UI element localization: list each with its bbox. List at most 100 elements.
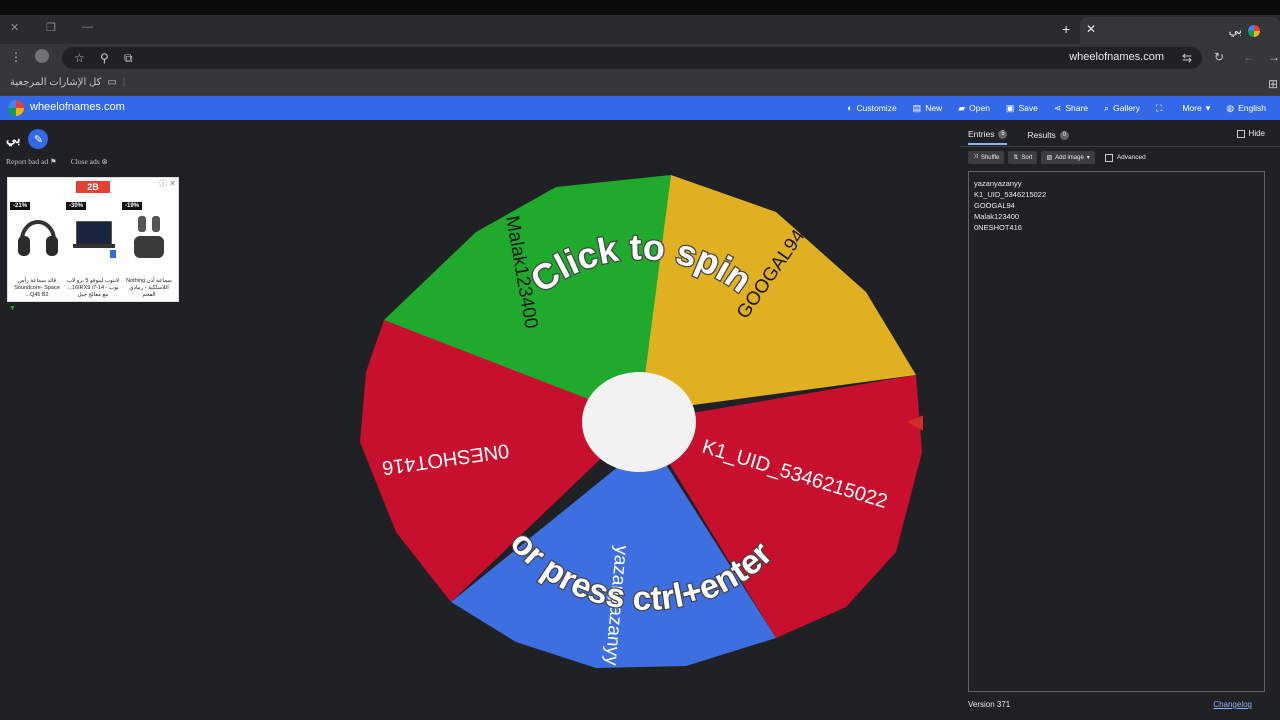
version-label: Version 371 — [968, 700, 1011, 709]
nav-item-label: Gallery — [1113, 103, 1141, 113]
all-bookmarks[interactable]: كل الإشارات المرجعية ▭ | — [10, 77, 125, 88]
wheel-canvas[interactable]: Malak123400 GOOGAL94 K1_UID_5346215022 y… — [356, 172, 946, 670]
search-icon[interactable]: ⚲ — [100, 51, 109, 65]
discount-badge: -30% — [66, 202, 87, 210]
tab-bar: ✕ ❐ — + ✕ بي — [0, 15, 1280, 44]
site-name[interactable]: wheelofnames.com — [30, 101, 125, 113]
omnibox[interactable]: ☆ ⚲ ⧉ wheelofnames.com ⇆ — [62, 47, 1202, 69]
nav-item-label: New — [925, 103, 943, 113]
hide-checkbox[interactable] — [1236, 129, 1245, 138]
nav-item-label: Open — [969, 103, 990, 113]
sort-button[interactable]: ⇅ Sort — [1008, 151, 1038, 164]
results-count-badge: 0 — [1059, 130, 1069, 140]
nav-item-save[interactable]: ▣ Save — [998, 96, 1046, 120]
menu-dots-icon[interactable]: ⋮ — [10, 50, 22, 64]
browser-tab[interactable]: ✕ بي — [1080, 17, 1280, 44]
product-caption: لابتوب لينوفو 5 برو لاب توب - 16IRX9 i7-… — [66, 278, 120, 298]
report-ad-link[interactable]: Report bad ad ⚑ — [6, 157, 57, 166]
entry-line[interactable]: K1_UID_5346215022 — [974, 189, 1259, 200]
translate-icon[interactable]: ⧉ — [124, 51, 133, 66]
nav-item-share[interactable]: ⋖ Share — [1046, 96, 1096, 120]
entry-line[interactable]: Malak123400 — [974, 211, 1259, 222]
tab-entries[interactable]: Entries 5 — [968, 129, 1008, 145]
entry-line[interactable]: yazanyazanyy — [974, 178, 1259, 189]
advanced-checkbox[interactable] — [1104, 153, 1113, 162]
product-caption: قائد سماعة رأس Soundcore- Space Q45 B2..… — [14, 278, 60, 298]
bookmarks-label: كل الإشارات المرجعية — [10, 77, 102, 88]
nav-item-english[interactable]: ◍ English — [1218, 96, 1274, 120]
forward-icon[interactable]: → — [1268, 50, 1280, 64]
palette-icon: ◐ — [847, 103, 853, 113]
close-circle-icon: ⊗ — [101, 157, 108, 166]
favicon-icon — [1248, 25, 1260, 37]
nav-item-label: English — [1238, 103, 1266, 113]
globe-icon: ◍ — [1226, 102, 1235, 113]
flag-icon: ⚑ — [49, 157, 57, 166]
ad-choices-icon[interactable]: ▼ — [9, 305, 16, 312]
discount-badge: -19% — [122, 202, 143, 210]
nav-item-fullscreen[interactable]: ⛶ — [1148, 96, 1174, 120]
wheel[interactable]: Malak123400 GOOGAL94 K1_UID_5346215022 y… — [356, 172, 946, 670]
close-window-icon[interactable]: ✕ — [10, 21, 19, 34]
title-strip — [0, 0, 1280, 15]
site-logo-icon[interactable] — [8, 100, 24, 116]
profile-icon[interactable] — [35, 49, 49, 63]
reload-icon[interactable]: ↻ — [1214, 50, 1224, 64]
nav-item-label: Share — [1065, 103, 1089, 113]
entry-line[interactable]: 0NESHOT416 — [974, 222, 1259, 233]
star-icon[interactable]: ☆ — [74, 51, 85, 65]
shuffle-icon: ⤨ — [973, 154, 978, 160]
minimize-window-icon[interactable]: — — [82, 21, 93, 33]
apps-icon[interactable]: ⊞ — [1268, 77, 1278, 91]
nav-item-more[interactable]: More ▾ — [1174, 96, 1218, 120]
hide-toggle[interactable]: Hide — [1236, 129, 1265, 138]
wheel-center-hub[interactable] — [582, 372, 696, 472]
close-tab-icon[interactable]: ✕ — [1086, 22, 1096, 36]
address-bar: ⋮ ☆ ⚲ ⧉ wheelofnames.com ⇆ ↻ ← → — [0, 44, 1280, 72]
close-ads-link[interactable]: Close ads ⊗ — [71, 157, 108, 166]
advertisement[interactable]: 2B ⓘ ✕ -21% قائد سماعة رأس Soundcore- Sp… — [7, 177, 179, 302]
fullscreen-icon: ⛶ — [1156, 102, 1163, 113]
folder-icon: ▭ — [107, 77, 117, 88]
shuffle-button[interactable]: ⤨ Shuffle — [968, 151, 1005, 164]
nav-menu: ◐ Customize ▤ New ▰ Open ▣ Save ⋖ Share ⌕ Gallery ⛶ M… — [839, 96, 1274, 120]
sort-icon: ⇅ — [1013, 155, 1019, 161]
earbuds-icon — [134, 216, 164, 258]
entries-toolbar: ⤨ Shuffle ⇅ Sort ▧ Add image ▾ Advanced — [968, 151, 1146, 164]
nav-item-open[interactable]: ▰ Open — [950, 96, 998, 120]
nav-item-label: Customize — [856, 103, 897, 113]
chevron-down-icon: ▾ — [1205, 102, 1211, 113]
search-icon: ⌕ — [1104, 102, 1110, 113]
new-tab-icon[interactable]: + — [1062, 21, 1070, 37]
entry-line[interactable]: GOOGAL94 — [974, 200, 1259, 211]
entries-textarea[interactable]: yazanyazanyy K1_UID_5346215022 GOOGAL94 … — [968, 171, 1265, 692]
entries-count-badge: 5 — [998, 129, 1008, 139]
add-image-button[interactable]: ▧ Add image ▾ — [1041, 151, 1095, 164]
restore-window-icon[interactable]: ❐ — [46, 21, 56, 34]
nav-item-new[interactable]: ▤ New — [905, 96, 951, 120]
headphones-icon — [18, 220, 58, 256]
discount-badge: -21% — [10, 202, 31, 210]
edit-title-button[interactable]: ✎ — [28, 129, 49, 149]
share-icon: ⋖ — [1053, 102, 1062, 113]
image-icon: ▧ — [1046, 155, 1053, 161]
ad-brand-logo: 2B — [76, 181, 110, 193]
nav-item-customize[interactable]: ◐ Customize — [839, 96, 905, 120]
changelog-link[interactable]: Changelog — [1213, 700, 1252, 709]
nav-item-gallery[interactable]: ⌕ Gallery — [1096, 96, 1148, 120]
back-icon[interactable]: ← — [1243, 50, 1255, 64]
panel-tabs: Entries 5 Results 0 — [968, 129, 1069, 145]
tab-title: بي — [1228, 23, 1242, 37]
url-text[interactable]: wheelofnames.com — [1069, 51, 1164, 63]
file-icon: ▤ — [912, 102, 922, 113]
site-settings-icon[interactable]: ⇆ — [1182, 51, 1192, 65]
advanced-toggle[interactable]: Advanced — [1104, 153, 1146, 162]
wheel-title: بي — [6, 131, 21, 146]
ad-close-icon[interactable]: ⓘ ✕ — [159, 178, 176, 189]
ad-controls: Report bad ad ⚑ Close ads ⊗ — [6, 157, 108, 166]
folder-icon: ▰ — [958, 102, 966, 113]
bookmarks-bar: كل الإشارات المرجعية ▭ | ⊞ — [0, 72, 1280, 96]
nav-item-label: Save — [1018, 103, 1038, 113]
laptop-icon — [73, 221, 116, 258]
tab-results[interactable]: Results 0 — [1027, 129, 1069, 145]
